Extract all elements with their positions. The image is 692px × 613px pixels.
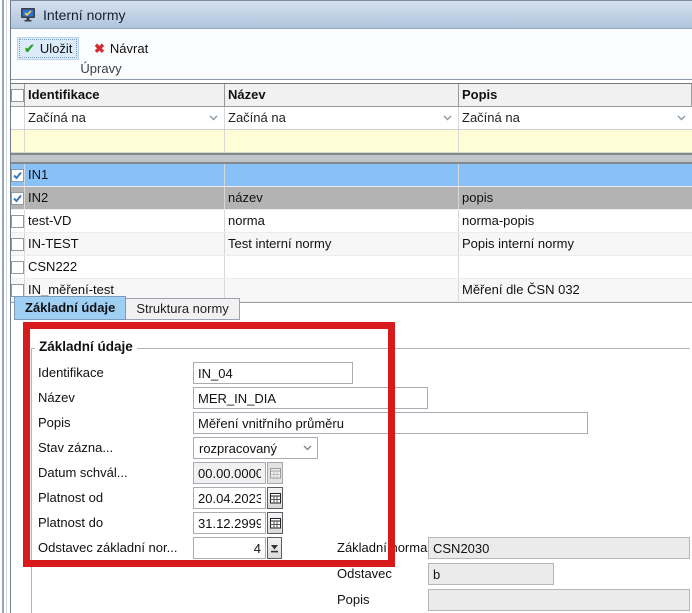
cell-popis: norma-popis [459,210,692,232]
field-label-odstavec-zakladni-normy: Odstavec základní nor... [38,537,177,559]
calendar-icon [270,467,281,479]
field-label-platnost-do: Platnost do [38,512,103,534]
screen: Interní normy ✔ Uložit ✖ Návrat Úpravy I… [0,0,692,613]
cell-popis [459,164,692,186]
field-label-stav-zaznamu: Stav zázna... [38,437,113,459]
table-row[interactable]: test-VD norma norma-popis [11,210,692,233]
cell-nazev: norma [225,210,459,232]
platnost-do-field[interactable] [193,512,266,534]
filter-operator-identifikace[interactable]: Začíná na [25,107,225,129]
field-label-identifikace: Identifikace [38,362,104,384]
nazev-field[interactable] [193,387,428,409]
field-label-odstavec: Odstavec [337,563,392,585]
back-button[interactable]: ✖ Návrat [87,37,155,60]
cell-identifikace: IN2 [25,187,225,209]
table-row[interactable]: IN-TEST Test interní normy Popis interní… [11,233,692,256]
cell-nazev [225,256,459,278]
platnost-od-field[interactable] [193,487,266,509]
window-titlebar: Interní normy [11,1,692,29]
row-checkbox[interactable] [11,284,24,297]
cell-popis: Popis interní normy [459,233,692,255]
toolbar-group-label: Úpravy [21,61,181,76]
filter-input-identifikace[interactable] [25,130,225,152]
calendar-icon [270,517,281,529]
cell-nazev [225,164,459,186]
column-header-nazev[interactable]: Název [225,84,459,106]
identifikace-field[interactable] [193,362,353,384]
table-row[interactable]: CSN222 [11,256,692,279]
table-row[interactable]: IN1 [11,164,692,187]
grid-header-row: Identifikace Název Popis [11,84,692,107]
cell-nazev: název [225,187,459,209]
row-checkbox[interactable] [11,238,24,251]
cell-identifikace: IN-TEST [25,233,225,255]
odstavec-spinner-button[interactable] [267,537,282,559]
filter-checkbox-cell [11,107,25,129]
back-cross-icon: ✖ [94,42,105,55]
grid-splitter [11,153,692,164]
field-label-platnost-od: Platnost od [38,487,103,509]
row-checkbox[interactable] [11,169,24,182]
tab-zakladni-udaje[interactable]: Základní údaje [14,296,126,320]
chevron-down-icon [303,445,312,451]
row-checkbox[interactable] [11,215,24,228]
window-title: Interní normy [43,7,125,23]
background-window-edge [2,0,4,613]
odstavec-zakladni-normy-field[interactable] [193,537,266,559]
column-header-identifikace[interactable]: Identifikace [25,84,225,106]
cell-identifikace: CSN222 [25,256,225,278]
filter-input-checkbox-cell [11,130,25,152]
save-check-icon: ✔ [24,42,35,55]
filter-input-popis[interactable] [459,130,692,152]
tabstrip: Základní údaje Struktura normy [11,296,692,320]
norms-grid: Identifikace Název Popis Začíná na Začín… [11,83,692,303]
field-label-popis: Popis [38,412,71,434]
back-button-label: Návrat [110,41,148,56]
chevron-down-icon [209,115,218,121]
down-arrow-to-bar-icon [270,543,279,553]
header-checkbox-cell [11,84,25,106]
field-label-datum-schvaleni: Datum schvál... [38,462,128,484]
groupbox-title: Základní údaje [35,339,137,354]
platnost-do-calendar-button[interactable] [267,512,283,534]
column-header-popis[interactable]: Popis [459,84,692,106]
row-checkbox[interactable] [11,192,24,205]
background-window-edge-light [6,0,7,613]
popis-right-field[interactable] [428,589,690,611]
cell-popis [459,256,692,278]
field-label-popis-right: Popis [337,589,370,611]
grid-filter-input-row [11,130,692,153]
cell-nazev: Test interní normy [225,233,459,255]
chevron-down-icon [443,115,452,121]
filter-input-nazev[interactable] [225,130,459,152]
select-all-checkbox[interactable] [11,89,24,102]
datum-schvaleni-calendar-button[interactable] [267,462,283,484]
datum-schvaleni-field[interactable] [193,462,266,484]
row-checkbox[interactable] [11,261,24,274]
save-button-label: Uložit [40,41,73,56]
filter-operator-nazev[interactable]: Začíná na [225,107,459,129]
stav-zaznamu-select[interactable]: rozpracovaný [193,437,318,459]
filter-operator-popis[interactable]: Začíná na [459,107,692,129]
save-button[interactable]: ✔ Uložit [17,37,79,60]
popis-field[interactable] [193,412,588,434]
zakladni-norma-field[interactable] [428,537,690,559]
field-label-nazev: Název [38,387,75,409]
grid-filter-row: Začíná na Začíná na Začíná na [11,107,692,130]
field-label-zakladni-norma: Základní norma [337,537,427,559]
odstavec-field[interactable] [428,563,554,585]
cell-identifikace: test-VD [25,210,225,232]
chevron-down-icon [677,115,686,121]
window-monitor-icon [20,7,36,23]
table-row[interactable]: IN2 název popis [11,187,692,210]
platnost-od-calendar-button[interactable] [267,487,283,509]
cell-popis: popis [459,187,692,209]
toolbar: ✔ Uložit ✖ Návrat Úpravy [11,29,692,80]
cell-identifikace: IN1 [25,164,225,186]
calendar-icon [270,492,281,504]
tab-struktura-normy[interactable]: Struktura normy [126,298,239,320]
